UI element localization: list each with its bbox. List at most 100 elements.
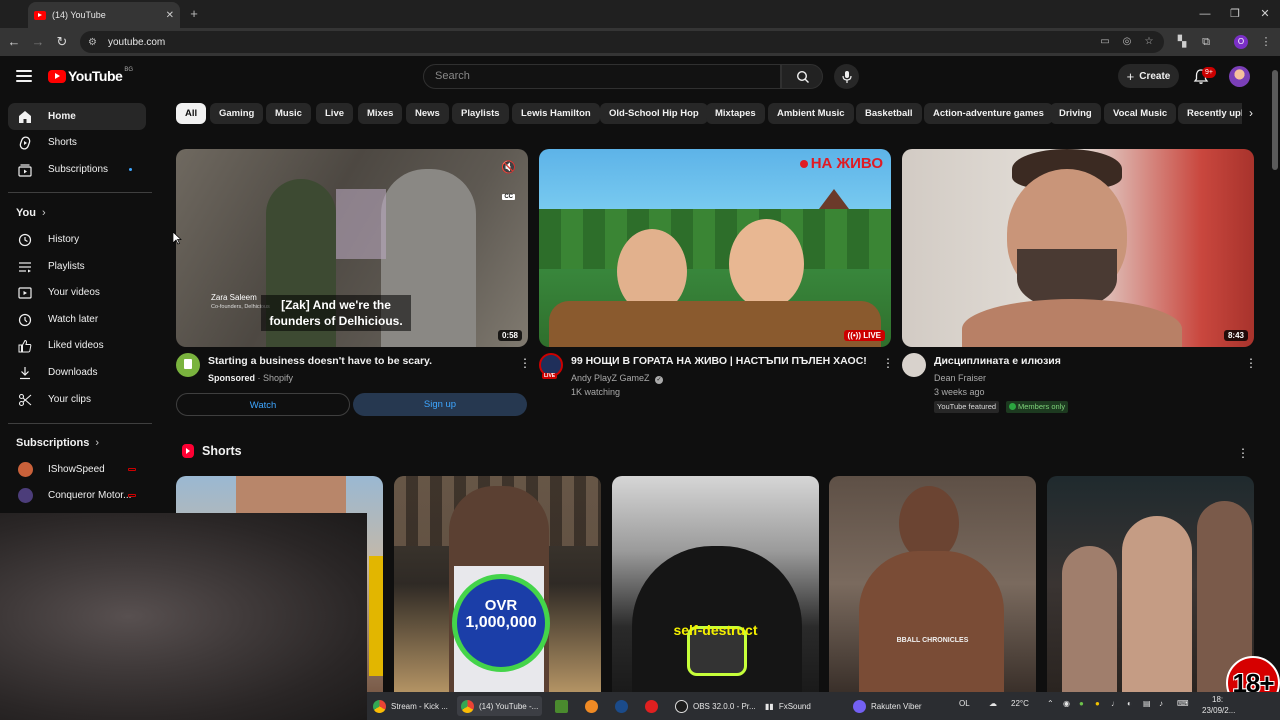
extensions-puzzle-icon[interactable]: ⧉ xyxy=(1198,34,1214,50)
chip-gaming[interactable]: Gaming xyxy=(210,103,264,124)
browser-profile-avatar[interactable]: O xyxy=(1234,35,1248,49)
sidebar-item-playlists[interactable]: Playlists xyxy=(8,253,146,280)
more-options-icon[interactable]: ⋮ xyxy=(1245,356,1257,370)
keyboard-language[interactable]: OL xyxy=(959,699,970,708)
chip-lewis-hamilton[interactable]: Lewis Hamilton xyxy=(512,103,600,124)
taskbar-app-chrome-youtube[interactable]: (14) YouTube -... xyxy=(457,696,543,716)
taskbar-app-viber[interactable]: Rakuten Viber xyxy=(849,696,926,716)
chevron-right-icon[interactable]: › xyxy=(1243,103,1259,124)
video-title[interactable]: Starting a business doesn't have to be s… xyxy=(208,355,432,367)
taskbar-app-obs[interactable]: OBS 32.0.0 - Pr... xyxy=(671,696,760,716)
chip-news[interactable]: News xyxy=(406,103,449,124)
tray-keyboard-icon[interactable]: ⌨ xyxy=(1177,699,1189,708)
chip-music[interactable]: Music xyxy=(266,103,311,124)
taskbar-app-fxsound[interactable]: ▮▮ FxSound xyxy=(761,696,815,716)
more-options-icon[interactable]: ⋮ xyxy=(882,356,894,370)
shorts-more-options-icon[interactable]: ⋮ xyxy=(1237,446,1249,460)
browser-tab[interactable]: (14) YouTube ✕ xyxy=(28,2,180,28)
chip-mixes[interactable]: Mixes xyxy=(358,103,403,124)
sidebar-item-shorts[interactable]: Shorts xyxy=(8,129,146,156)
chip-driving[interactable]: Driving xyxy=(1050,103,1101,124)
sidebar-item-watch-later[interactable]: Watch later xyxy=(8,306,146,333)
short-thumbnail[interactable]: self-destruct xyxy=(612,476,819,692)
url-text[interactable]: youtube.com xyxy=(108,37,165,48)
sign-up-button[interactable]: Sign up xyxy=(353,393,527,416)
back-icon[interactable]: ← xyxy=(6,34,22,50)
sidebar-you-heading[interactable]: You › xyxy=(16,207,46,219)
short-thumbnail[interactable]: BBALL CHRONICLES xyxy=(829,476,1036,692)
chip-all[interactable]: All xyxy=(176,103,207,124)
site-info-icon[interactable]: ⚙ xyxy=(88,37,102,48)
install-app-icon[interactable]: ▭ xyxy=(1098,35,1112,49)
clock-time[interactable]: 18: xyxy=(1212,695,1223,704)
sidebar-item-subscriptions[interactable]: Subscriptions xyxy=(8,156,146,183)
sidebar-subscription-conqueror[interactable]: Conqueror Motor... xyxy=(8,482,146,509)
eye-off-icon[interactable]: ◎ xyxy=(1120,35,1134,49)
tray-network-icon[interactable]: ▤ xyxy=(1143,699,1151,708)
forward-icon[interactable]: → xyxy=(30,34,46,50)
sidebar-subscriptions-heading[interactable]: Subscriptions › xyxy=(16,437,99,449)
voice-search-button[interactable] xyxy=(834,64,859,89)
restore-button[interactable]: ❐ xyxy=(1220,0,1250,28)
tray-app-icon[interactable]: ◉ xyxy=(1063,699,1070,708)
tray-volume-icon[interactable]: ♪ xyxy=(1159,699,1163,708)
sidebar-item-your-clips[interactable]: Your clips xyxy=(8,386,146,413)
advertiser-name[interactable]: · Shopify xyxy=(258,373,294,383)
more-options-icon[interactable]: ⋮ xyxy=(519,356,531,370)
mute-icon[interactable]: 🔇 xyxy=(501,160,516,174)
chip-action-adventure-games[interactable]: Action-adventure games xyxy=(924,103,1053,124)
chip-playlists[interactable]: Playlists xyxy=(452,103,509,124)
video-thumbnail[interactable]: 🔇 CC Zara Saleem Co-founders, Delhicious… xyxy=(176,149,528,347)
chip-old-school-hip-hop[interactable]: Old-School Hip Hop xyxy=(600,103,708,124)
new-tab-button[interactable]: + xyxy=(186,6,202,22)
address-bar[interactable]: ⚙ youtube.com ▭ ◎ ☆ xyxy=(80,31,1164,53)
chip-basketball[interactable]: Basketball xyxy=(856,103,922,124)
page-scrollbar-thumb[interactable] xyxy=(1272,70,1278,170)
tray-app-icon[interactable]: ● xyxy=(1095,699,1100,708)
taskbar-app-chrome-kick[interactable]: Stream - Kick ... xyxy=(369,696,452,716)
tray-app-icon[interactable]: ● xyxy=(1079,699,1084,708)
taskbar-app-blender[interactable] xyxy=(581,696,607,716)
tray-expand-icon[interactable]: ⌃ xyxy=(1047,699,1054,708)
tray-mic-icon[interactable]: ♩ xyxy=(1111,699,1119,708)
account-avatar[interactable] xyxy=(1229,66,1250,87)
create-button[interactable]: + Create xyxy=(1118,64,1179,88)
video-thumbnail[interactable]: НА ЖИВО ((•)) LIVE xyxy=(539,149,891,347)
taskbar-app-steam[interactable] xyxy=(611,696,637,716)
weather-temp[interactable]: 22°C xyxy=(1011,699,1029,708)
taskbar-app-minecraft[interactable] xyxy=(551,696,577,716)
channel-name[interactable]: Dean Fraiser xyxy=(934,373,986,383)
sidebar-item-your-videos[interactable]: Your videos xyxy=(8,279,146,306)
menu-icon[interactable] xyxy=(16,70,32,82)
reload-icon[interactable]: ↻ xyxy=(54,34,70,50)
watch-button[interactable]: Watch xyxy=(176,393,350,416)
window-close-button[interactable]: ✕ xyxy=(1250,0,1280,28)
chip-mixtapes[interactable]: Mixtapes xyxy=(706,103,765,124)
video-thumbnail[interactable]: 8:43 xyxy=(902,149,1254,347)
chip-ambient-music[interactable]: Ambient Music xyxy=(768,103,854,124)
minimize-button[interactable]: — xyxy=(1190,0,1220,28)
clock-date[interactable]: 23/09/2... xyxy=(1202,706,1235,715)
bookmark-star-icon[interactable]: ☆ xyxy=(1142,35,1156,49)
chip-recently-uploaded[interactable]: Recently uplo xyxy=(1178,103,1242,124)
taskbar-app-recorder[interactable] xyxy=(641,696,667,716)
channel-name[interactable]: Andy PlayZ GameZ xyxy=(571,373,650,383)
browser-menu-icon[interactable]: ⋮ xyxy=(1258,34,1274,50)
extension-icon[interactable]: ▚ xyxy=(1174,34,1190,50)
channel-avatar[interactable] xyxy=(902,353,926,377)
search-input[interactable]: Search xyxy=(423,64,781,89)
sidebar-item-liked-videos[interactable]: Liked videos xyxy=(8,332,146,359)
channel-avatar[interactable] xyxy=(176,353,200,377)
short-thumbnail[interactable]: OVR 1,000,000 xyxy=(394,476,601,692)
video-title[interactable]: Дисциплината е илюзия xyxy=(934,355,1061,367)
video-title[interactable]: 99 НОЩИ В ГОРАТА НА ЖИВО | НАСТЪПИ ПЪЛЕН… xyxy=(571,355,867,367)
search-button[interactable] xyxy=(781,64,823,89)
sidebar-item-downloads[interactable]: Downloads xyxy=(8,359,146,386)
closed-captions-icon[interactable]: CC xyxy=(502,194,515,200)
tray-app-icon[interactable]: ◐ xyxy=(1127,699,1132,708)
weather-cloud-icon[interactable]: ☁ xyxy=(989,699,997,708)
sidebar-item-home[interactable]: Home xyxy=(8,103,146,130)
sidebar-item-history[interactable]: History xyxy=(8,226,146,253)
sidebar-subscription-ishowspeed[interactable]: IShowSpeed xyxy=(8,456,146,483)
chip-vocal-music[interactable]: Vocal Music xyxy=(1104,103,1177,124)
